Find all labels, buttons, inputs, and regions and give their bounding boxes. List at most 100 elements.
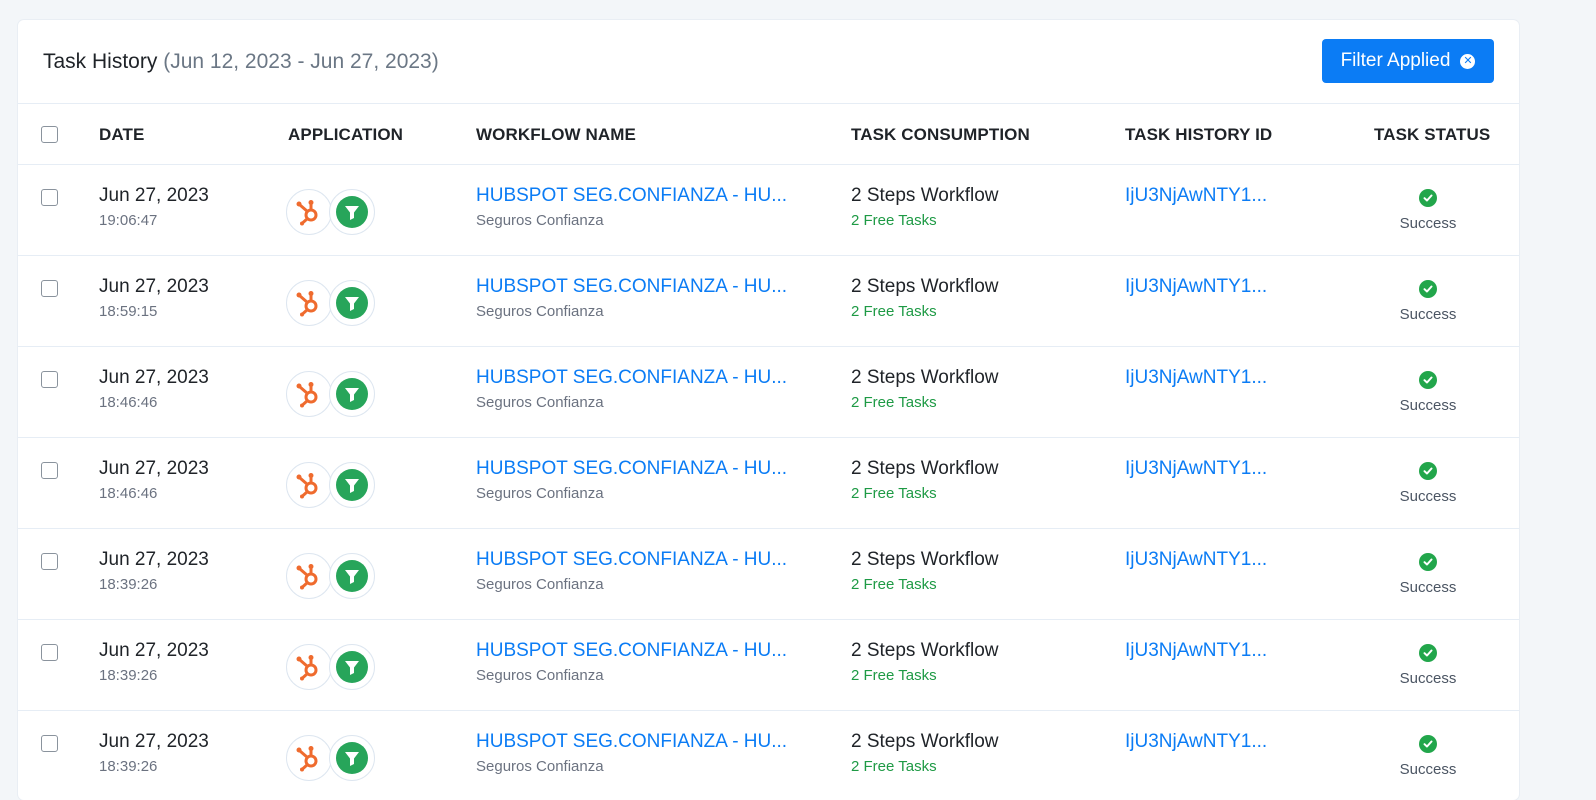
row-date: Jun 27, 2023 xyxy=(99,640,209,661)
task-history-card: Task History (Jun 12, 2023 - Jun 27, 202… xyxy=(18,20,1519,800)
workflow-name-link[interactable]: HUBSPOT SEG.CONFIANZA - HU... xyxy=(476,367,787,389)
free-tasks: 2 Free Tasks xyxy=(851,667,937,684)
table-row[interactable]: Jun 27, 2023 18:59:15 HUBSPOT SEG.CONFIA… xyxy=(18,256,1519,347)
hubspot-app-icon xyxy=(286,462,332,508)
table-row[interactable]: Jun 27, 2023 18:46:46 HUBSPOT SEG.CONFIA… xyxy=(18,347,1519,438)
workflow-name-link[interactable]: HUBSPOT SEG.CONFIANZA - HU... xyxy=(476,549,787,571)
row-time: 18:46:46 xyxy=(99,394,158,411)
filter-applied-label: Filter Applied xyxy=(1340,50,1451,71)
hubspot-app-icon xyxy=(286,553,332,599)
hubspot-icon xyxy=(296,473,318,499)
row-checkbox[interactable] xyxy=(41,644,58,661)
check-mark-icon xyxy=(1423,740,1433,748)
row-time: 18:59:15 xyxy=(99,303,158,320)
row-date: Jun 27, 2023 xyxy=(99,731,209,752)
row-checkbox[interactable] xyxy=(41,280,58,297)
task-consumption: 2 Steps Workflow xyxy=(851,458,999,479)
free-tasks: 2 Free Tasks xyxy=(851,394,937,411)
card-header: Task History (Jun 12, 2023 - Jun 27, 202… xyxy=(18,20,1519,104)
filter-funnel-icon xyxy=(336,742,368,774)
task-status-text: Success xyxy=(1399,579,1457,596)
task-history-id-link[interactable]: IjU3NjAwNTY1... xyxy=(1125,549,1267,571)
workflow-name-link[interactable]: HUBSPOT SEG.CONFIANZA - HU... xyxy=(476,276,787,298)
row-checkbox[interactable] xyxy=(41,189,58,206)
select-all-checkbox[interactable] xyxy=(41,126,58,143)
column-task-history-id: TASK HISTORY ID xyxy=(1125,125,1273,144)
workflow-name-link[interactable]: HUBSPOT SEG.CONFIANZA - HU... xyxy=(476,640,787,662)
table-row[interactable]: Jun 27, 2023 18:39:26 HUBSPOT SEG.CONFIA… xyxy=(18,620,1519,711)
column-application: APPLICATION xyxy=(288,125,404,144)
check-circle-icon xyxy=(1419,462,1437,480)
task-history-id-link[interactable]: IjU3NjAwNTY1... xyxy=(1125,731,1267,753)
task-status-text: Success xyxy=(1399,761,1457,778)
table-row[interactable]: Jun 27, 2023 19:06:47 HUBSPOT SEG.CONFIA… xyxy=(18,165,1519,256)
task-history-id-link[interactable]: IjU3NjAwNTY1... xyxy=(1125,185,1267,207)
task-consumption: 2 Steps Workflow xyxy=(851,276,999,297)
hubspot-app-icon xyxy=(286,371,332,417)
filter-app-icon xyxy=(329,189,375,235)
check-circle-icon xyxy=(1419,280,1437,298)
task-history-id-link[interactable]: IjU3NjAwNTY1... xyxy=(1125,640,1267,662)
column-workflow-name: WORKFLOW NAME xyxy=(476,125,636,144)
check-circle-icon xyxy=(1419,735,1437,753)
task-history-id-link[interactable]: IjU3NjAwNTY1... xyxy=(1125,458,1267,480)
workflow-org: Seguros Confianza xyxy=(476,212,604,229)
filter-applied-button[interactable]: Filter Applied ✕ xyxy=(1322,39,1494,83)
free-tasks: 2 Free Tasks xyxy=(851,212,937,229)
row-date: Jun 27, 2023 xyxy=(99,549,209,570)
check-mark-icon xyxy=(1423,649,1433,657)
close-circle-icon[interactable]: ✕ xyxy=(1460,53,1476,69)
row-time: 18:39:26 xyxy=(99,667,158,684)
filter-funnel-icon xyxy=(336,651,368,683)
date-range: (Jun 12, 2023 - Jun 27, 2023) xyxy=(163,50,439,73)
task-consumption: 2 Steps Workflow xyxy=(851,549,999,570)
task-consumption: 2 Steps Workflow xyxy=(851,185,999,206)
table-header: DATE APPLICATION WORKFLOW NAME TASK CONS… xyxy=(18,104,1519,165)
table-row[interactable]: Jun 27, 2023 18:39:26 HUBSPOT SEG.CONFIA… xyxy=(18,529,1519,620)
filter-app-icon xyxy=(329,735,375,781)
row-time: 19:06:47 xyxy=(99,212,158,229)
workflow-org: Seguros Confianza xyxy=(476,394,604,411)
row-checkbox[interactable] xyxy=(41,553,58,570)
free-tasks: 2 Free Tasks xyxy=(851,485,937,502)
hubspot-icon xyxy=(296,382,318,408)
task-status-text: Success xyxy=(1399,488,1457,505)
row-checkbox[interactable] xyxy=(41,735,58,752)
filter-app-icon xyxy=(329,553,375,599)
table-row[interactable]: Jun 27, 2023 18:39:26 HUBSPOT SEG.CONFIA… xyxy=(18,711,1519,800)
hubspot-app-icon xyxy=(286,644,332,690)
workflow-org: Seguros Confianza xyxy=(476,485,604,502)
check-circle-icon xyxy=(1419,371,1437,389)
workflow-name-link[interactable]: HUBSPOT SEG.CONFIANZA - HU... xyxy=(476,458,787,480)
table-row[interactable]: Jun 27, 2023 18:46:46 HUBSPOT SEG.CONFIA… xyxy=(18,438,1519,529)
row-date: Jun 27, 2023 xyxy=(99,185,209,206)
task-consumption: 2 Steps Workflow xyxy=(851,640,999,661)
row-checkbox[interactable] xyxy=(41,462,58,479)
workflow-name-link[interactable]: HUBSPOT SEG.CONFIANZA - HU... xyxy=(476,731,787,753)
task-status-text: Success xyxy=(1399,670,1457,687)
task-status-text: Success xyxy=(1399,397,1457,414)
column-task-status: TASK STATUS xyxy=(1374,125,1491,144)
row-date: Jun 27, 2023 xyxy=(99,458,209,479)
row-time: 18:46:46 xyxy=(99,485,158,502)
free-tasks: 2 Free Tasks xyxy=(851,576,937,593)
hubspot-app-icon xyxy=(286,189,332,235)
check-circle-icon xyxy=(1419,189,1437,207)
task-status-text: Success xyxy=(1399,215,1457,232)
check-mark-icon xyxy=(1423,558,1433,566)
task-history-id-link[interactable]: IjU3NjAwNTY1... xyxy=(1125,367,1267,389)
page-title-text: Task History xyxy=(43,50,158,73)
check-mark-icon xyxy=(1423,194,1433,202)
hubspot-icon xyxy=(296,564,318,590)
column-date: DATE xyxy=(99,125,145,144)
task-consumption: 2 Steps Workflow xyxy=(851,731,999,752)
filter-app-icon xyxy=(329,644,375,690)
row-checkbox[interactable] xyxy=(41,371,58,388)
filter-app-icon xyxy=(329,371,375,417)
workflow-name-link[interactable]: HUBSPOT SEG.CONFIANZA - HU... xyxy=(476,185,787,207)
task-history-id-link[interactable]: IjU3NjAwNTY1... xyxy=(1125,276,1267,298)
free-tasks: 2 Free Tasks xyxy=(851,303,937,320)
workflow-org: Seguros Confianza xyxy=(476,758,604,775)
hubspot-icon xyxy=(296,200,318,226)
row-time: 18:39:26 xyxy=(99,758,158,775)
